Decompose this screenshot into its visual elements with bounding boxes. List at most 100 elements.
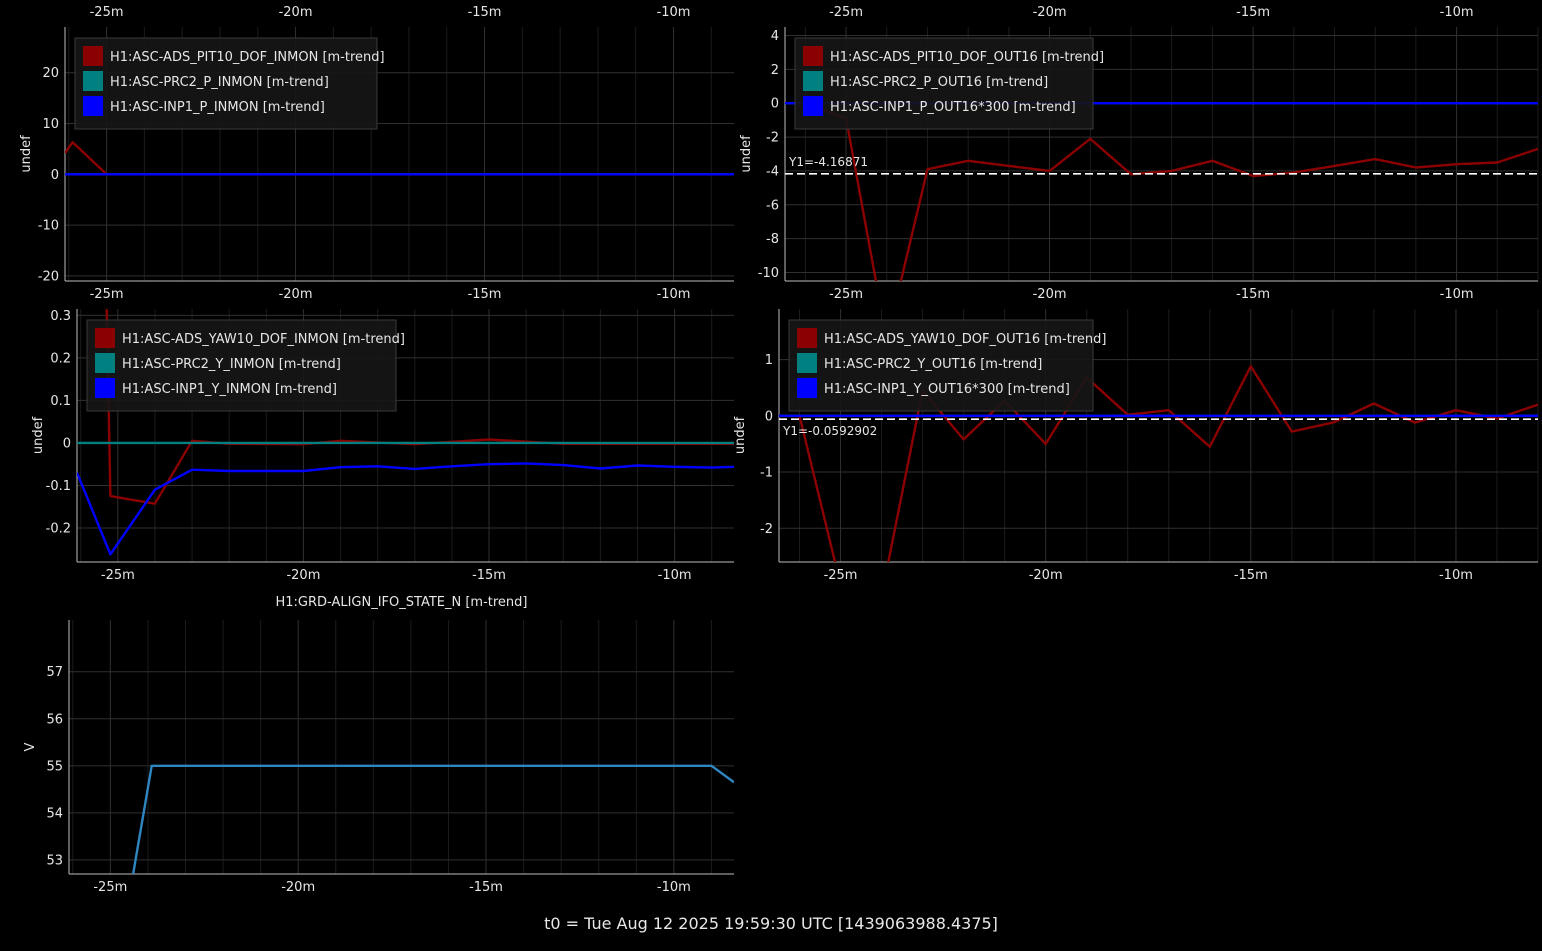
x-tick-label: -20m: [1033, 287, 1067, 302]
x-tick-label: -25m: [101, 568, 135, 583]
x-tick-label: -20m: [279, 287, 313, 302]
legend-entry[interactable]: H1:ASC-INP1_P_INMON [m-trend]: [110, 100, 325, 115]
y-axis-label: undef: [733, 416, 748, 454]
x-tick-label: -20m: [281, 880, 315, 895]
x-tick-label: -10m: [657, 880, 691, 895]
y-tick-label: -10: [758, 266, 779, 281]
x-tick-label-top: -20m: [279, 5, 313, 20]
y-axis-label: undef: [19, 135, 34, 173]
x-tick-label: -15m: [1234, 568, 1268, 583]
x-tick-label-top: -20m: [1033, 5, 1067, 20]
chart-yaw-out16: -2 -1 0 1 -25m -20m -15m -10m undef Y1=-0.0592902…: [733, 309, 1539, 583]
y-tick-label: 1: [765, 353, 773, 368]
y-tick-label: -8: [766, 232, 779, 247]
y-axis-label: V: [23, 742, 38, 751]
legend: H1:ASC-ADS_PIT10_DOF_OUT16 [m-trend] H1:A…: [794, 37, 1104, 130]
legend-swatch: [83, 71, 103, 91]
legend-swatch: [797, 328, 817, 348]
chart-pit-inmon: -20 -10 0 10 20 -25m -25m -20m -20m -15m -15m -10m -…: [19, 5, 734, 302]
legend-swatch: [95, 328, 115, 348]
y-tick-label: 57: [46, 665, 63, 680]
x-tick-label-top: -10m: [1440, 5, 1474, 20]
y-tick-label: 55: [46, 759, 63, 774]
x-tick-label: -10m: [1439, 568, 1473, 583]
y-tick-label: -2: [766, 131, 779, 146]
legend-entry[interactable]: H1:ASC-ADS_YAW10_DOF_OUT16 [m-trend]: [824, 332, 1106, 347]
y-tick-label: -1: [760, 466, 773, 481]
y-tick-label: 0.2: [50, 351, 71, 366]
legend-swatch: [83, 96, 103, 116]
y-tick-label: -20: [38, 269, 59, 284]
x-tick-label: -15m: [469, 880, 503, 895]
y-tick-label: 20: [42, 66, 59, 81]
legend-entry[interactable]: H1:ASC-PRC2_P_OUT16 [m-trend]: [830, 75, 1048, 90]
y-tick-label: 0: [765, 409, 773, 424]
chart-pit-out16: -10 -8 -6 -4 -2 0 2 4 -25m -25m -20m -20m -15m -15m -1…: [739, 5, 1539, 302]
legend-entry[interactable]: H1:ASC-PRC2_Y_OUT16 [m-trend]: [824, 357, 1042, 372]
y-tick-label: -10: [38, 219, 59, 234]
footer-t0: t0 = Tue Aug 12 2025 19:59:30 UTC [14390…: [544, 914, 998, 933]
y-tick-label: 54: [46, 806, 63, 821]
y-tick-label: -6: [766, 198, 779, 213]
x-tick-label: -10m: [1440, 287, 1474, 302]
chart-yaw-inmon: -0.2 -0.1 0 0.1 0.2 0.3 -25m -20m -15m -10m undef H…: [31, 309, 734, 583]
series-line-2: [77, 462, 734, 556]
legend: H1:ASC-ADS_YAW10_DOF_INMON [m-trend] H1:A…: [86, 319, 405, 412]
x-tick-label: -25m: [93, 880, 127, 895]
legend-entry[interactable]: H1:ASC-INP1_Y_OUT16*300 [m-trend]: [824, 382, 1070, 397]
legend-swatch: [803, 46, 823, 66]
x-tick-label: -15m: [1236, 287, 1270, 302]
legend-entry[interactable]: H1:ASC-INP1_P_OUT16*300 [m-trend]: [830, 100, 1076, 115]
legend-swatch: [95, 378, 115, 398]
x-tick-label-top: -15m: [1236, 5, 1270, 20]
x-tick-label: -15m: [472, 568, 506, 583]
legend-swatch: [803, 96, 823, 116]
legend-entry[interactable]: H1:ASC-ADS_YAW10_DOF_INMON [m-trend]: [122, 332, 405, 347]
x-tick-label: -10m: [658, 568, 692, 583]
x-tick-label-top: -25m: [90, 5, 124, 20]
legend-swatch: [803, 71, 823, 91]
legend-entry[interactable]: H1:ASC-INP1_Y_INMON [m-trend]: [122, 382, 337, 397]
trend-plots-canvas: -20-1001020-25m-25m-20m-20m-15m-15m-10m-…: [19, 5, 1539, 895]
x-tick-label-top: -15m: [468, 5, 502, 20]
x-tick-label: -25m: [90, 287, 124, 302]
legend-swatch: [797, 353, 817, 373]
legend-swatch: [797, 378, 817, 398]
y-tick-label: -2: [760, 522, 773, 537]
y-tick-label: -0.1: [46, 479, 71, 494]
x-tick-label-top: -10m: [657, 5, 691, 20]
y-tick-label: 4: [771, 29, 779, 44]
legend-entry[interactable]: H1:ASC-ADS_PIT10_DOF_OUT16 [m-trend]: [830, 50, 1104, 65]
y-tick-label: 56: [46, 712, 63, 727]
cursor-label: Y1=-4.16871: [788, 155, 868, 169]
legend: H1:ASC-ADS_YAW10_DOF_OUT16 [m-trend] H1:A…: [788, 319, 1106, 412]
x-tick-label: -10m: [657, 287, 691, 302]
y-tick-label: -4: [766, 164, 779, 179]
x-tick-label: -25m: [829, 287, 863, 302]
legend-swatch: [95, 353, 115, 373]
x-tick-label: -20m: [286, 568, 320, 583]
y-tick-label: 2: [771, 63, 779, 78]
x-tick-label-top: -25m: [829, 5, 863, 20]
y-tick-label: 0.1: [50, 394, 71, 409]
chart-guardian: 53 54 55 56 57 -25m -20m -15m -10m V H1:GRD-ALIGN_…: [23, 595, 734, 895]
y-tick-label: -0.2: [46, 521, 71, 536]
legend-entry[interactable]: H1:ASC-PRC2_Y_INMON [m-trend]: [122, 357, 341, 372]
y-tick-label: 0.3: [50, 309, 71, 324]
y-tick-label: 0: [63, 436, 71, 451]
cursor-label: Y1=-0.0592902: [782, 424, 877, 438]
y-tick-label: 10: [42, 117, 59, 132]
x-tick-label: -20m: [1029, 568, 1063, 583]
legend-entry[interactable]: H1:ASC-PRC2_P_INMON [m-trend]: [110, 75, 329, 90]
series-line-0: [131, 764, 734, 874]
x-tick-label: -15m: [468, 287, 502, 302]
y-axis-label: undef: [739, 135, 754, 173]
legend-swatch: [83, 46, 103, 66]
series-line-0: [65, 141, 734, 176]
y-tick-label: 0: [771, 97, 779, 112]
y-tick-label: 53: [46, 853, 63, 868]
chart-title: H1:GRD-ALIGN_IFO_STATE_N [m-trend]: [276, 595, 528, 610]
legend-entry[interactable]: H1:ASC-ADS_PIT10_DOF_INMON [m-trend]: [110, 50, 385, 65]
y-axis-label: undef: [31, 416, 46, 454]
legend: H1:ASC-ADS_PIT10_DOF_INMON [m-trend] H1:A…: [74, 37, 385, 130]
